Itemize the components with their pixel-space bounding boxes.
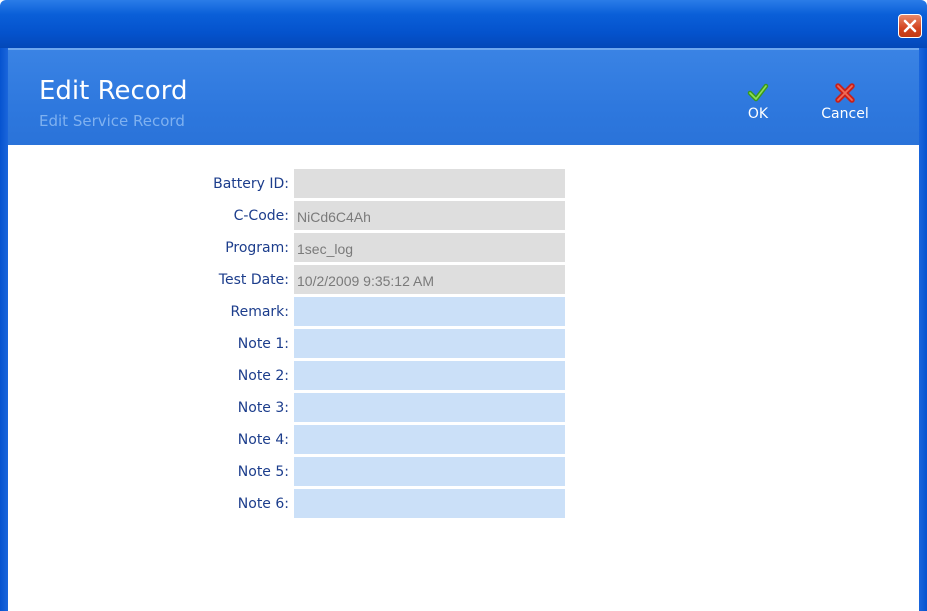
window-frame-right <box>919 48 927 611</box>
c-code-row: C-Code: <box>8 201 919 231</box>
form-area: Battery ID: C-Code: Program: Test Date: … <box>8 145 919 611</box>
close-icon <box>903 19 917 33</box>
note-1-row: Note 1: <box>8 329 919 359</box>
note-4-label: Note 4: <box>237 432 289 448</box>
note-2-label: Note 2: <box>237 368 289 384</box>
note-1-field[interactable] <box>294 329 565 358</box>
test-date-row: Test Date: <box>8 265 919 295</box>
note-3-label: Note 3: <box>237 400 289 416</box>
checkmark-icon <box>747 83 769 102</box>
program-label: Program: <box>225 240 289 256</box>
c-code-field <box>294 201 565 230</box>
battery-id-label: Battery ID: <box>213 176 289 192</box>
cancel-button[interactable]: Cancel <box>810 80 880 122</box>
test-date-field <box>294 265 565 294</box>
remark-field[interactable] <box>294 297 565 326</box>
note-5-label: Note 5: <box>237 464 289 480</box>
note-1-label: Note 1: <box>237 336 289 352</box>
battery-id-row: Battery ID: <box>8 169 919 199</box>
note-6-field[interactable] <box>294 489 565 518</box>
program-field <box>294 233 565 262</box>
ok-button[interactable]: OK <box>733 80 783 122</box>
edit-record-window: Edit Record Edit Service Record OK Cance… <box>0 0 927 611</box>
ok-label: OK <box>747 106 769 122</box>
dialog-title: Edit Record <box>39 76 188 106</box>
battery-id-field <box>294 169 565 198</box>
note-4-row: Note 4: <box>8 425 919 455</box>
window-close-button[interactable] <box>898 14 922 38</box>
note-4-field[interactable] <box>294 425 565 454</box>
cancel-label: Cancel <box>821 106 869 122</box>
note-2-field[interactable] <box>294 361 565 390</box>
remark-label: Remark: <box>230 304 289 320</box>
dialog-header: Edit Record Edit Service Record OK Cance… <box>8 48 919 145</box>
note-6-row: Note 6: <box>8 489 919 519</box>
note-3-field[interactable] <box>294 393 565 422</box>
note-5-field[interactable] <box>294 457 565 486</box>
c-code-label: C-Code: <box>233 208 289 224</box>
note-2-row: Note 2: <box>8 361 919 391</box>
program-row: Program: <box>8 233 919 263</box>
title-bar[interactable] <box>0 0 927 48</box>
note-5-row: Note 5: <box>8 457 919 487</box>
dialog-subtitle: Edit Service Record <box>39 112 185 130</box>
remark-row: Remark: <box>8 297 919 327</box>
note-6-label: Note 6: <box>237 496 289 512</box>
window-frame-left <box>0 48 8 611</box>
test-date-label: Test Date: <box>218 272 289 288</box>
x-icon <box>835 83 855 103</box>
note-3-row: Note 3: <box>8 393 919 423</box>
